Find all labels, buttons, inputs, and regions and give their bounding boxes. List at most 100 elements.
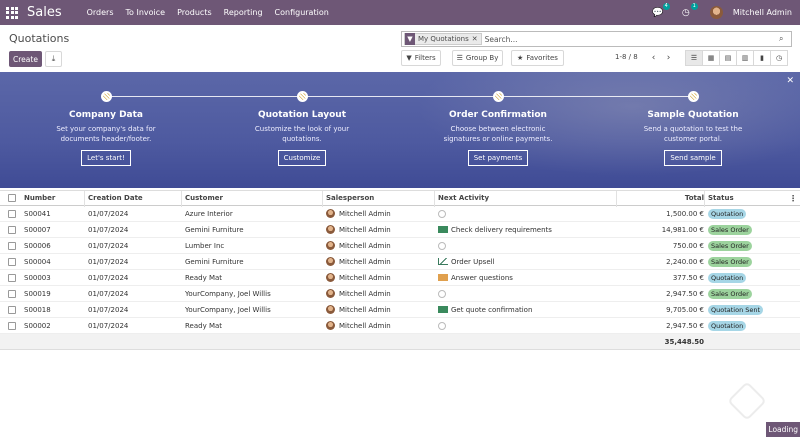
row-checkbox[interactable] (8, 225, 16, 234)
row-checkbox[interactable] (8, 209, 16, 218)
header-total[interactable]: Total (685, 194, 704, 202)
status-badge: Sales Order (708, 288, 752, 299)
kanban-view-icon[interactable]: ▦ (702, 50, 720, 66)
header-next-activity[interactable]: Next Activity (438, 194, 489, 202)
table-row[interactable]: S00041 01/07/2024 Azure Interior Mitchell A… (0, 206, 800, 222)
navbar-systray: 💬 4 ◷ 1 Mitchell Admin (652, 2, 792, 19)
download-icon[interactable]: ⤓ (45, 51, 62, 67)
next-activity[interactable]: Check delivery requirements (438, 226, 552, 234)
next-activity[interactable] (438, 289, 449, 298)
activity-view-icon[interactable]: ◷ (770, 50, 788, 66)
header-creation-date[interactable]: Creation Date (88, 194, 143, 202)
activities-icon[interactable]: ◷ 1 (680, 2, 698, 19)
table-row[interactable]: S00019 01/07/2024 YourCompany, Joel Willis… (0, 286, 800, 302)
favorites-button[interactable]: ★ Favorites (511, 50, 564, 66)
pager-value[interactable]: 1-8 / 8 (615, 53, 638, 61)
salesperson: Mitchell Admin (326, 273, 391, 282)
order-total: 377.50 € (672, 273, 704, 282)
order-number: S00018 (24, 305, 51, 314)
table-row[interactable]: S00006 01/07/2024 Lumber Inc Mitchell Admin… (0, 238, 800, 254)
table-row[interactable]: S00007 01/07/2024 Gemini Furniture Mitchell… (0, 222, 800, 238)
step-dot-icon (100, 91, 112, 102)
step-dot-icon (296, 91, 308, 102)
group-by-button[interactable]: ☰ Group By (452, 50, 503, 66)
next-activity[interactable] (438, 209, 449, 218)
calendar-view-icon[interactable]: ▤ (719, 50, 737, 66)
salesperson-avatar (326, 225, 335, 234)
column-options-icon[interactable]: ⋮ (789, 194, 797, 203)
next-activity[interactable] (438, 321, 449, 330)
status-badge: Quotation (708, 320, 747, 331)
messages-icon[interactable]: 💬 4 (652, 2, 670, 19)
search-facet: ▼ My Quotations ✕ (404, 33, 482, 45)
order-total: 2,240.00 € (666, 257, 704, 266)
step-desc: Customize the look of your quotations. (254, 125, 350, 143)
group-by-label: Group By (465, 54, 499, 62)
row-checkbox[interactable] (8, 289, 16, 298)
group-by-icon: ☰ (456, 54, 463, 62)
table-row[interactable]: S00018 01/07/2024 YourCompany, Joel Willis… (0, 302, 800, 318)
row-checkbox[interactable] (8, 257, 16, 266)
salesperson-avatar (326, 289, 335, 298)
menu-reporting[interactable]: Reporting (224, 8, 263, 17)
search-icon[interactable]: ⌕ (779, 34, 791, 44)
customer: Lumber Inc (185, 241, 225, 250)
status-badge: Sales Order (708, 224, 752, 235)
chevron-left-icon[interactable]: ‹ (648, 51, 659, 64)
customer: Ready Mat (185, 321, 223, 330)
clock-icon (438, 321, 446, 330)
set-payments-button[interactable]: Set payments (467, 150, 529, 166)
header-salesperson[interactable]: Salesperson (326, 194, 374, 202)
status-badge: Quotation (708, 272, 747, 283)
filters-button[interactable]: ▼ Filters (401, 50, 441, 66)
header-status[interactable]: Status (708, 194, 734, 202)
menu-products[interactable]: Products (177, 8, 212, 17)
filter-icon: ▼ (406, 54, 412, 62)
row-checkbox[interactable] (8, 305, 16, 314)
salesperson-avatar (326, 209, 335, 218)
next-activity[interactable]: Get quote confirmation (438, 306, 532, 314)
table-row[interactable]: S00002 01/07/2024 Ready Mat Mitchell Admin 2… (0, 318, 800, 334)
creation-date: 01/07/2024 (88, 321, 129, 330)
salesperson-avatar (326, 273, 335, 282)
row-checkbox[interactable] (8, 241, 16, 250)
order-total: 14,981.00 € (661, 225, 704, 234)
search-input[interactable] (484, 34, 779, 44)
next-activity[interactable] (438, 241, 449, 250)
user-name[interactable]: Mitchell Admin (733, 8, 792, 17)
status-label: Sales Order (708, 256, 752, 267)
next-activity[interactable]: Answer questions (438, 274, 513, 282)
creation-date: 01/07/2024 (88, 289, 129, 298)
header-customer[interactable]: Customer (185, 194, 223, 202)
mail-icon (438, 274, 448, 281)
pivot-view-icon[interactable]: ▥ (736, 50, 754, 66)
table-row[interactable]: S00003 01/07/2024 Ready Mat Mitchell Admin A… (0, 270, 800, 286)
send-sample-button[interactable]: Send sample (664, 150, 722, 166)
menu-to-invoice[interactable]: To Invoice (126, 8, 166, 17)
table-row[interactable]: S00004 01/07/2024 Gemini Furniture Mitchell… (0, 254, 800, 270)
apps-menu-icon[interactable] (0, 0, 24, 25)
lets-start-button[interactable]: Let's start! (81, 150, 131, 166)
customize-button[interactable]: Customize (277, 150, 327, 166)
graph-view-icon[interactable]: ▮ (753, 50, 771, 66)
select-all-checkbox[interactable] (8, 194, 16, 202)
row-checkbox[interactable] (8, 321, 16, 330)
salesperson-name: Mitchell Admin (339, 273, 391, 282)
app-brand[interactable]: Sales (27, 5, 62, 20)
close-icon[interactable]: ✕ (472, 35, 481, 43)
step-sample-quotation: Sample Quotation Send a quotation to tes… (608, 91, 778, 166)
close-icon[interactable]: ✕ (786, 76, 794, 86)
list-view-icon[interactable]: ☰ (685, 50, 703, 66)
step-desc: Set your company's data for documents he… (56, 125, 156, 143)
create-button[interactable]: Create (9, 51, 42, 67)
chevron-right-icon[interactable]: › (663, 51, 674, 64)
header-number[interactable]: Number (24, 194, 55, 202)
user-avatar[interactable] (709, 6, 723, 19)
row-checkbox[interactable] (8, 273, 16, 282)
menu-configuration[interactable]: Configuration (275, 8, 329, 17)
status-badge: Sales Order (708, 240, 752, 251)
salesperson-avatar (326, 241, 335, 250)
menu-orders[interactable]: Orders (87, 8, 114, 17)
next-activity[interactable]: Order Upsell (438, 258, 495, 266)
facet-label: My Quotations (418, 35, 469, 43)
